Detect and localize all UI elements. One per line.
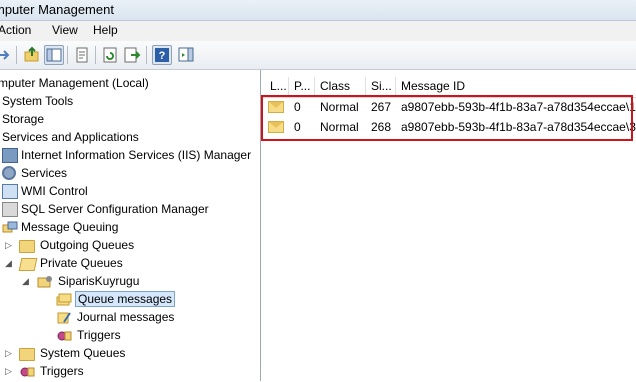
svg-text:?: ? bbox=[159, 50, 166, 62]
toolbar-separator bbox=[146, 46, 147, 64]
show-tree-icon[interactable] bbox=[44, 45, 64, 65]
tree-item-label: Internet Information Services (IIS) Mana… bbox=[21, 148, 252, 162]
column-divider[interactable] bbox=[395, 77, 396, 95]
title-bar: mputer Management bbox=[0, 0, 636, 21]
menu-bar: Action View Help bbox=[0, 21, 636, 41]
toolbar-separator bbox=[95, 46, 96, 64]
column-header-class[interactable]: Class bbox=[320, 79, 350, 93]
refresh-icon[interactable] bbox=[100, 45, 120, 65]
message-queuing-icon bbox=[2, 220, 18, 235]
tree-item-label: Services and Applications bbox=[2, 130, 139, 144]
iis-icon bbox=[2, 148, 18, 163]
folder-icon bbox=[19, 240, 35, 253]
collapse-arrow-icon[interactable]: ◢ bbox=[22, 276, 34, 288]
column-divider[interactable] bbox=[288, 77, 289, 95]
toolbar-separator bbox=[67, 46, 68, 64]
tree-item-label: Queue messages bbox=[75, 291, 176, 307]
column-header-size[interactable]: Si... bbox=[371, 79, 392, 93]
tree-item-label: Triggers bbox=[77, 328, 121, 342]
collapse-arrow-icon[interactable]: ◢ bbox=[5, 258, 17, 270]
services-gear-icon bbox=[2, 166, 16, 180]
column-header-priority[interactable]: P... bbox=[294, 79, 310, 93]
forward-icon[interactable] bbox=[0, 45, 14, 65]
toolbar: ? bbox=[0, 41, 636, 70]
expand-arrow-icon[interactable]: ▷ bbox=[5, 240, 17, 252]
tree-item-label: Journal messages bbox=[77, 310, 175, 324]
queue-messages-icon bbox=[56, 292, 72, 307]
tree-item-label: mputer Management (Local) bbox=[0, 76, 149, 90]
tree-item-label: Services bbox=[21, 166, 68, 180]
tree-item-label: Storage bbox=[2, 112, 45, 126]
tree-item-label: Outgoing Queues bbox=[40, 238, 135, 252]
tree-item-label: Private Queues bbox=[40, 256, 123, 270]
up-folder-icon[interactable] bbox=[22, 45, 42, 65]
queue-icon bbox=[37, 274, 53, 289]
journal-messages-icon bbox=[56, 310, 72, 325]
triggers-icon bbox=[19, 364, 35, 379]
column-divider[interactable] bbox=[365, 77, 366, 95]
action-pane-icon[interactable] bbox=[176, 45, 196, 65]
column-header-label[interactable]: L... bbox=[270, 79, 287, 93]
column-divider[interactable] bbox=[314, 77, 315, 95]
help-icon[interactable]: ? bbox=[152, 45, 172, 65]
expand-arrow-icon[interactable]: ▷ bbox=[5, 366, 17, 378]
menu-view[interactable]: View bbox=[52, 23, 78, 37]
tree-item-label: System Queues bbox=[40, 346, 126, 360]
tree-item-label: WMI Control bbox=[21, 184, 88, 198]
wmi-icon bbox=[2, 184, 18, 199]
tree-item-label: SiparisKuyrugu bbox=[58, 274, 140, 288]
console-tree: mputer Management (Local) System Tools S… bbox=[0, 70, 261, 381]
open-folder-icon bbox=[18, 258, 38, 271]
window-title: mputer Management bbox=[0, 2, 114, 17]
tree-item-label: Triggers bbox=[40, 364, 84, 378]
tree-item-label: SQL Server Configuration Manager bbox=[21, 202, 209, 216]
menu-help[interactable]: Help bbox=[93, 23, 118, 37]
export-icon[interactable] bbox=[122, 45, 142, 65]
column-header-message-id[interactable]: Message ID bbox=[401, 79, 465, 93]
folder-icon bbox=[19, 348, 35, 361]
menu-action[interactable]: Action bbox=[0, 23, 31, 37]
triggers-icon bbox=[56, 328, 72, 343]
toolbar-separator bbox=[16, 46, 17, 64]
expand-arrow-icon[interactable]: ▷ bbox=[5, 348, 17, 360]
tree-item-label: System Tools bbox=[2, 94, 74, 108]
highlight-box bbox=[261, 95, 633, 141]
properties-icon[interactable] bbox=[72, 45, 92, 65]
tree-item-label: Message Queuing bbox=[21, 220, 119, 234]
sql-server-icon bbox=[2, 202, 18, 217]
